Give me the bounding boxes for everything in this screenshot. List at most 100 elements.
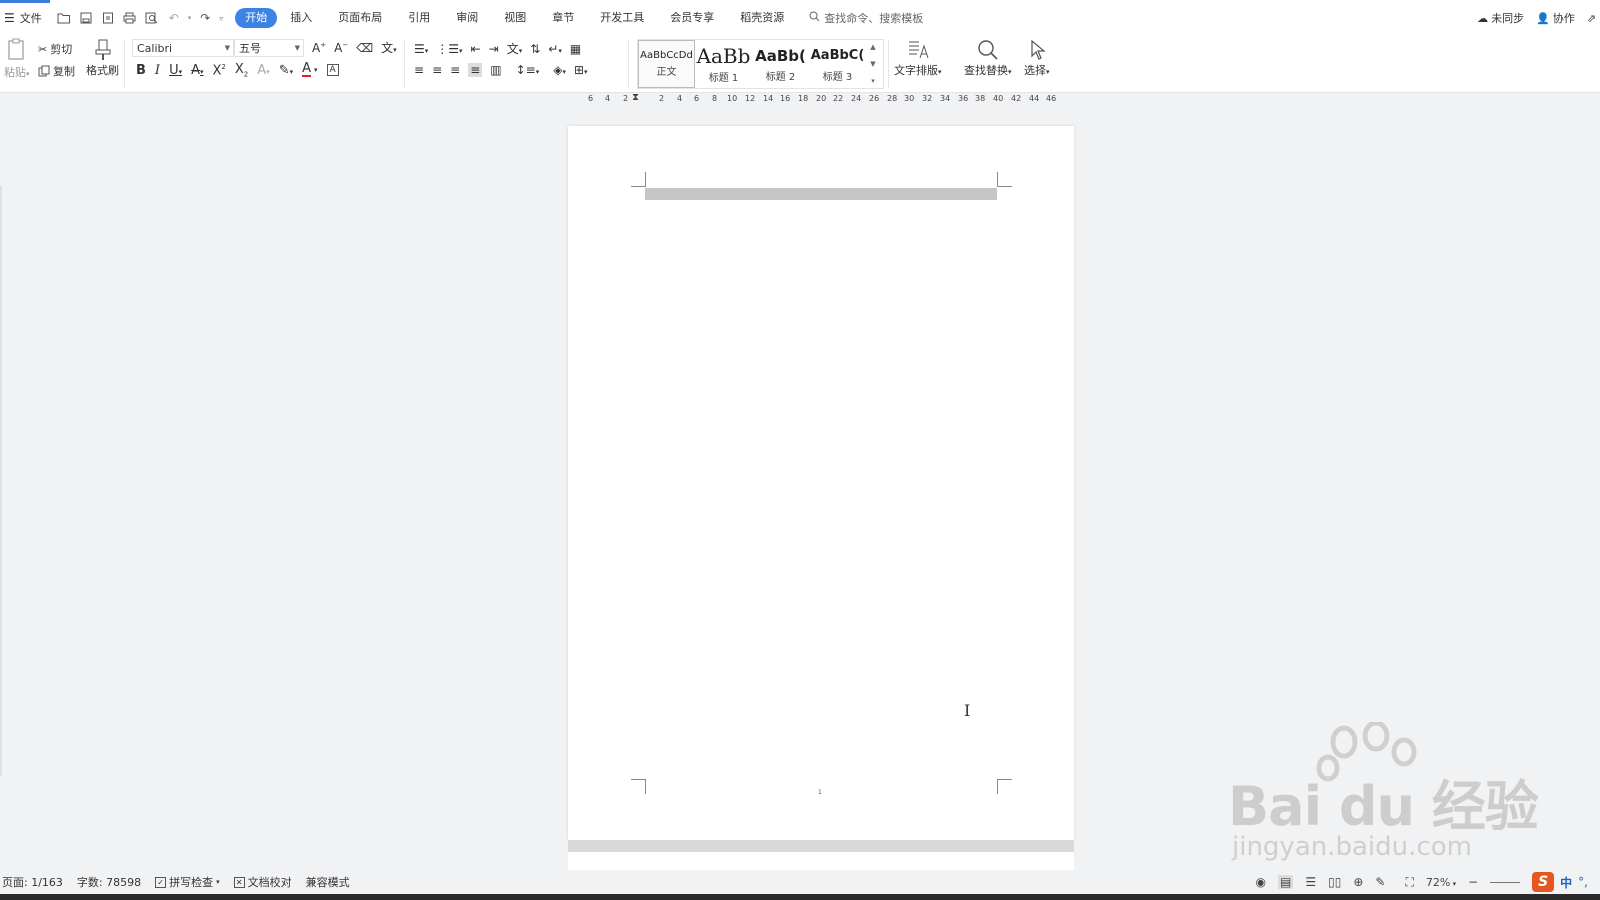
collaborate-button[interactable]: 👤 协作 xyxy=(1536,10,1575,26)
expand-gallery-icon[interactable]: ▾ xyxy=(871,77,875,85)
spell-check-button[interactable]: ✓ 拼写检查 ▾ xyxy=(155,874,220,890)
subscript-icon[interactable]: X2 xyxy=(235,62,248,79)
sync-status-button[interactable]: ☁ 未同步 xyxy=(1477,10,1524,26)
font-name-select[interactable]: Calibri ▼ xyxy=(132,39,234,57)
command-search[interactable]: 查找命令、搜索模板 xyxy=(809,10,923,26)
tab-references[interactable]: 引用 xyxy=(395,8,443,28)
eye-protection-icon[interactable]: ◉ xyxy=(1256,875,1266,889)
tab-home[interactable]: 开始 xyxy=(235,8,278,28)
distributed-align-icon[interactable]: ▥ xyxy=(490,63,501,77)
undo-icon[interactable]: ↶ xyxy=(166,10,182,26)
bold-icon[interactable]: B xyxy=(136,63,146,78)
superscript-icon[interactable]: X2 xyxy=(213,63,226,78)
style-sample: AaBb xyxy=(696,43,751,68)
chevron-down-icon[interactable]: ▼ xyxy=(870,60,875,68)
print-icon[interactable] xyxy=(122,10,138,26)
open-folder-icon[interactable] xyxy=(56,10,72,26)
align-center-icon[interactable]: ≡ xyxy=(432,63,442,77)
watermark-url: jingyan.baidu.com xyxy=(1232,832,1472,862)
numbered-list-icon[interactable]: ⋮☰▾ xyxy=(436,42,462,56)
line-spacing-icon[interactable]: ↕≡▾ xyxy=(516,63,540,77)
outline-view-icon[interactable]: ☰ xyxy=(1305,875,1316,889)
customize-toolbar-icon[interactable]: ▿ xyxy=(219,14,223,23)
sogou-ime-icon[interactable]: S xyxy=(1532,872,1555,892)
increase-font-icon[interactable]: A+ xyxy=(312,41,326,55)
zoom-out-icon[interactable]: − xyxy=(1468,875,1478,889)
justify-icon[interactable]: ≡ xyxy=(468,63,483,77)
table-grid-icon[interactable]: ▦ xyxy=(570,42,581,56)
punctuation-icon[interactable]: °, xyxy=(1578,875,1588,889)
indent-marker-icon[interactable]: ⧗ xyxy=(632,92,639,103)
bullet-list-icon[interactable]: ☰▾ xyxy=(414,42,428,56)
strikethrough-icon[interactable]: A▾ xyxy=(191,63,203,78)
italic-icon[interactable]: I xyxy=(155,63,160,78)
cut-button[interactable]: ✂ 剪切 xyxy=(38,41,72,57)
style-heading-1[interactable]: AaBb 标题 1 xyxy=(695,40,752,88)
export-pdf-icon[interactable] xyxy=(100,10,116,26)
tab-view[interactable]: 视图 xyxy=(491,8,539,28)
decrease-indent-icon[interactable]: ⇤ xyxy=(471,42,481,56)
font-color-icon[interactable]: A xyxy=(302,62,312,78)
text-layout-button[interactable]: 文字排版▾ xyxy=(894,39,942,78)
font-color-dropdown-icon[interactable]: ▾ xyxy=(314,66,318,74)
word-count[interactable]: 字数: 78598 xyxy=(77,874,141,890)
save-icon[interactable] xyxy=(78,10,94,26)
format-painter-button[interactable]: 格式刷 xyxy=(86,39,119,78)
print-preview-icon[interactable] xyxy=(144,10,160,26)
font-size-select[interactable]: 五号 ▼ xyxy=(234,39,304,57)
style-heading-2[interactable]: AaBb( 标题 2 xyxy=(752,40,809,88)
horizontal-ruler[interactable]: 6 4 2 ⧗ 2 4 6 8 10 12 14 16 18 20 22 24 … xyxy=(580,92,1060,108)
tab-docer-resources[interactable]: 稻壳资源 xyxy=(727,8,797,28)
tab-page-layout[interactable]: 页面布局 xyxy=(325,8,395,28)
highlight-icon[interactable]: ✎▾ xyxy=(279,63,293,78)
align-right-icon[interactable]: ≡ xyxy=(450,63,460,77)
select-button[interactable]: 选择▾ xyxy=(1024,39,1050,78)
chevron-up-icon[interactable]: ▲ xyxy=(870,43,875,51)
increase-indent-icon[interactable]: ⇥ xyxy=(489,42,499,56)
compat-mode: 兼容模式 xyxy=(305,876,350,889)
fit-page-icon[interactable]: ⛶ xyxy=(1405,875,1413,890)
shading-icon[interactable]: ◈▾ xyxy=(553,63,566,77)
zoom-slider[interactable] xyxy=(1490,881,1521,883)
tab-review[interactable]: 审阅 xyxy=(443,8,491,28)
web-view-icon[interactable]: ⊕ xyxy=(1353,875,1363,889)
redo-icon[interactable]: ↷ xyxy=(197,10,213,26)
tab-member[interactable]: 会员专享 xyxy=(657,8,727,28)
tab-insert[interactable]: 插入 xyxy=(277,8,325,28)
copy-button[interactable]: 复制 xyxy=(38,63,75,79)
underline-icon[interactable]: U▾ xyxy=(169,63,182,78)
phonetic-guide-icon[interactable]: 文▾ xyxy=(381,39,397,56)
borders-icon[interactable]: ⊞▾ xyxy=(574,63,588,77)
next-document-page[interactable] xyxy=(568,852,1074,872)
decrease-font-icon[interactable]: A− xyxy=(334,41,348,55)
text-layout-icon xyxy=(908,41,929,59)
header-area[interactable] xyxy=(645,188,997,200)
write-view-icon[interactable]: ✎ xyxy=(1375,875,1385,889)
tab-section[interactable]: 章节 xyxy=(539,8,587,28)
show-marks-icon[interactable]: ↵▾ xyxy=(548,42,562,56)
style-heading-3[interactable]: AaBbC( 标题 3 xyxy=(809,40,866,88)
share-icon[interactable]: ⇗ xyxy=(1587,12,1596,25)
style-normal[interactable]: AaBbCcDd 正文 xyxy=(638,40,695,88)
doc-proof-button[interactable]: ✕ 文档校对 xyxy=(233,874,292,890)
undo-dropdown-icon[interactable]: ▾ xyxy=(188,14,192,22)
chinese-layout-icon[interactable]: 文▾ xyxy=(507,40,523,57)
zoom-level[interactable]: 72% ▾ xyxy=(1426,876,1456,889)
document-page[interactable]: 1 I xyxy=(568,126,1074,840)
styles-scroll[interactable]: ▲ ▼ ▾ xyxy=(866,40,880,88)
file-menu[interactable]: ☰ 文件 xyxy=(4,10,42,26)
page-view-icon[interactable]: ▤ xyxy=(1278,875,1294,889)
align-left-icon[interactable]: ≡ xyxy=(414,63,424,77)
sort-icon[interactable]: ⇅ xyxy=(530,42,540,56)
ime-mode-label[interactable]: 中 xyxy=(1560,874,1572,891)
reading-view-icon[interactable]: ▯▯ xyxy=(1328,875,1341,889)
eraser-icon[interactable]: ⌫ xyxy=(356,41,373,55)
tab-developer[interactable]: 开发工具 xyxy=(587,8,657,28)
paste-button[interactable]: 粘贴▾ xyxy=(4,38,30,80)
find-replace-button[interactable]: 查找替换▾ xyxy=(964,39,1012,78)
text-effects-icon[interactable]: A▾ xyxy=(257,63,269,78)
page-indicator[interactable]: 页面: 1/163 xyxy=(2,874,63,890)
character-border-icon[interactable]: A xyxy=(326,64,339,77)
margin-corner-mark xyxy=(631,172,646,187)
ruler-tick: 42 xyxy=(1011,94,1022,103)
